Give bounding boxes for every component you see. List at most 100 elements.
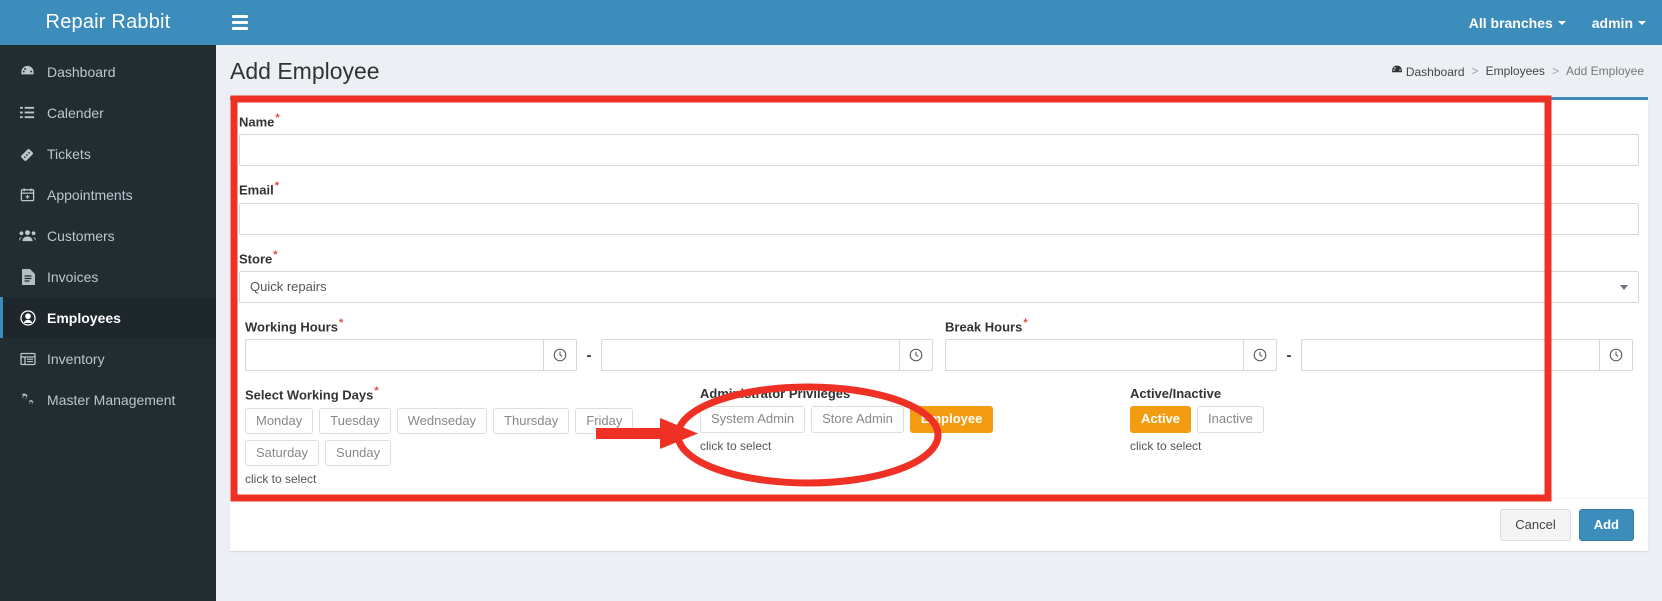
email-label: Email* (239, 180, 279, 197)
sidebar-nav: Dashboard Calender Tickets Appointments (0, 45, 216, 420)
breadcrumb-item-dashboard[interactable]: Dashboard (1391, 64, 1465, 79)
breadcrumb-separator: > (1551, 64, 1559, 78)
breadcrumb: Dashboard > Employees > Add Employee (1391, 64, 1644, 79)
working-hours-label: Working Hours* (245, 317, 343, 334)
list-icon (18, 105, 37, 120)
calendar-icon (18, 187, 37, 202)
sidebar: Repair Rabbit Dashboard Calender Tickets (0, 0, 216, 601)
working-hours-from-input[interactable] (245, 339, 543, 372)
break-hours-to-input[interactable] (1301, 339, 1599, 372)
working-day-monday[interactable]: Monday (245, 407, 314, 434)
document-icon (18, 268, 37, 285)
sidebar-item-label: Appointments (47, 186, 133, 203)
required-marker: * (275, 112, 280, 124)
sidebar-item-dashboard[interactable]: Dashboard (0, 51, 216, 92)
ticket-icon (18, 146, 37, 162)
privilege-system-admin[interactable]: System Admin (700, 406, 806, 433)
working-day-tuesday[interactable]: Tuesday (319, 407, 391, 434)
breadcrumb-item-add-employee: Add Employee (1565, 64, 1644, 78)
page-title: Add Employee (230, 57, 380, 84)
working-day-saturday[interactable]: Saturday (245, 439, 320, 467)
name-label: Name* (239, 112, 280, 129)
clock-icon[interactable] (543, 339, 577, 372)
user-menu[interactable]: admin (1592, 15, 1646, 31)
break-hours-label: Break Hours* (945, 317, 1028, 334)
table-icon (18, 352, 37, 366)
status-active[interactable]: Active (1130, 406, 1192, 433)
working-hours-label-text: Working Hours (245, 319, 338, 335)
hours-separator: - (1286, 346, 1292, 364)
break-hours-col: Break Hours* - (939, 317, 1639, 372)
sidebar-item-invoices[interactable]: Invoices (0, 256, 216, 297)
privileges-label: Administrator Privileges (700, 386, 851, 402)
sidebar-item-label: Customers (47, 227, 115, 244)
user-label: admin (1591, 14, 1633, 31)
users-icon (18, 228, 37, 243)
email-input[interactable] (239, 202, 1639, 235)
privileges-block: Administrator Privileges System Admin St… (700, 385, 1130, 486)
add-employee-panel: Name* Email* Store* Quick repairs Workin… (230, 97, 1648, 551)
working-day-friday[interactable]: Friday (575, 407, 634, 434)
working-day-sunday[interactable]: Sunday (325, 439, 392, 467)
status-label: Active/Inactive (1130, 386, 1222, 402)
privilege-employee[interactable]: Employee (909, 406, 994, 433)
sidebar-item-label: Invoices (47, 268, 99, 285)
working-hours-to-input[interactable] (601, 339, 899, 372)
hours-separator: - (586, 346, 592, 364)
working-hours-from-group (245, 339, 577, 372)
sidebar-item-label: Employees (47, 309, 121, 326)
sidebar-item-appointments[interactable]: Appointments (0, 174, 216, 215)
chevron-down-icon (1620, 284, 1628, 290)
topbar: All branches admin (216, 0, 1662, 45)
cancel-button[interactable]: Cancel (1500, 509, 1571, 541)
page-header: Add Employee Dashboard > Employees > Add… (216, 45, 1662, 97)
panel-body: Name* Email* Store* Quick repairs Workin… (230, 100, 1648, 498)
break-hours-label-text: Break Hours (945, 319, 1023, 335)
chevron-down-icon (1638, 20, 1646, 25)
required-marker: * (1023, 316, 1028, 329)
working-day-wednesday[interactable]: Wednseday (396, 407, 488, 434)
break-hours-from-input[interactable] (945, 339, 1243, 372)
sidebar-item-master-management[interactable]: Master Management (0, 379, 216, 420)
sidebar-item-employees[interactable]: Employees (0, 297, 216, 338)
brand-title: Repair Rabbit (45, 11, 171, 33)
status-options: Active Inactive (1130, 406, 1430, 433)
dashboard-icon (1391, 64, 1403, 76)
required-marker: * (274, 180, 279, 193)
privilege-store-admin[interactable]: Store Admin (811, 406, 904, 433)
add-button[interactable]: Add (1578, 509, 1634, 541)
clock-icon[interactable] (1599, 339, 1633, 372)
dashboard-icon (18, 64, 37, 79)
branches-label: All branches (1468, 14, 1553, 31)
working-day-thursday[interactable]: Thursday (493, 407, 570, 434)
topbar-right: All branches admin (1469, 15, 1646, 31)
sidebar-item-label: Inventory (47, 350, 105, 367)
branches-dropdown[interactable]: All branches (1469, 15, 1566, 31)
status-hint: click to select (1130, 438, 1202, 453)
hamburger-icon[interactable] (230, 8, 250, 37)
sidebar-item-label: Tickets (47, 145, 91, 162)
panel-wrapper: Name* Email* Store* Quick repairs Workin… (216, 97, 1662, 551)
app-root: Repair Rabbit Dashboard Calender Tickets (0, 0, 1662, 601)
sidebar-item-tickets[interactable]: Tickets (0, 133, 216, 174)
status-block: Active/Inactive Active Inactive click to… (1130, 385, 1430, 486)
clock-icon[interactable] (899, 339, 933, 372)
chevron-down-icon (1557, 20, 1566, 25)
required-marker: * (273, 248, 278, 261)
breadcrumb-label: Dashboard (1405, 64, 1465, 79)
required-marker: * (374, 385, 379, 398)
store-select[interactable] (239, 270, 1639, 303)
sidebar-item-calender[interactable]: Calender (0, 92, 216, 133)
status-inactive[interactable]: Inactive (1197, 406, 1264, 433)
working-days-hint: click to select (245, 472, 317, 487)
privileges-options: System Admin Store Admin Employee (700, 406, 1130, 433)
sidebar-item-inventory[interactable]: Inventory (0, 338, 216, 379)
name-label-text: Name (239, 114, 275, 130)
working-days-block: Select Working Days* Monday Tuesday Wedn… (245, 385, 700, 486)
store-label: Store* (239, 249, 278, 266)
clock-icon[interactable] (1243, 339, 1277, 372)
breadcrumb-item-employees[interactable]: Employees (1486, 64, 1545, 78)
brand-logo[interactable]: Repair Rabbit (0, 0, 216, 45)
name-input[interactable] (239, 134, 1639, 167)
sidebar-item-customers[interactable]: Customers (0, 215, 216, 256)
